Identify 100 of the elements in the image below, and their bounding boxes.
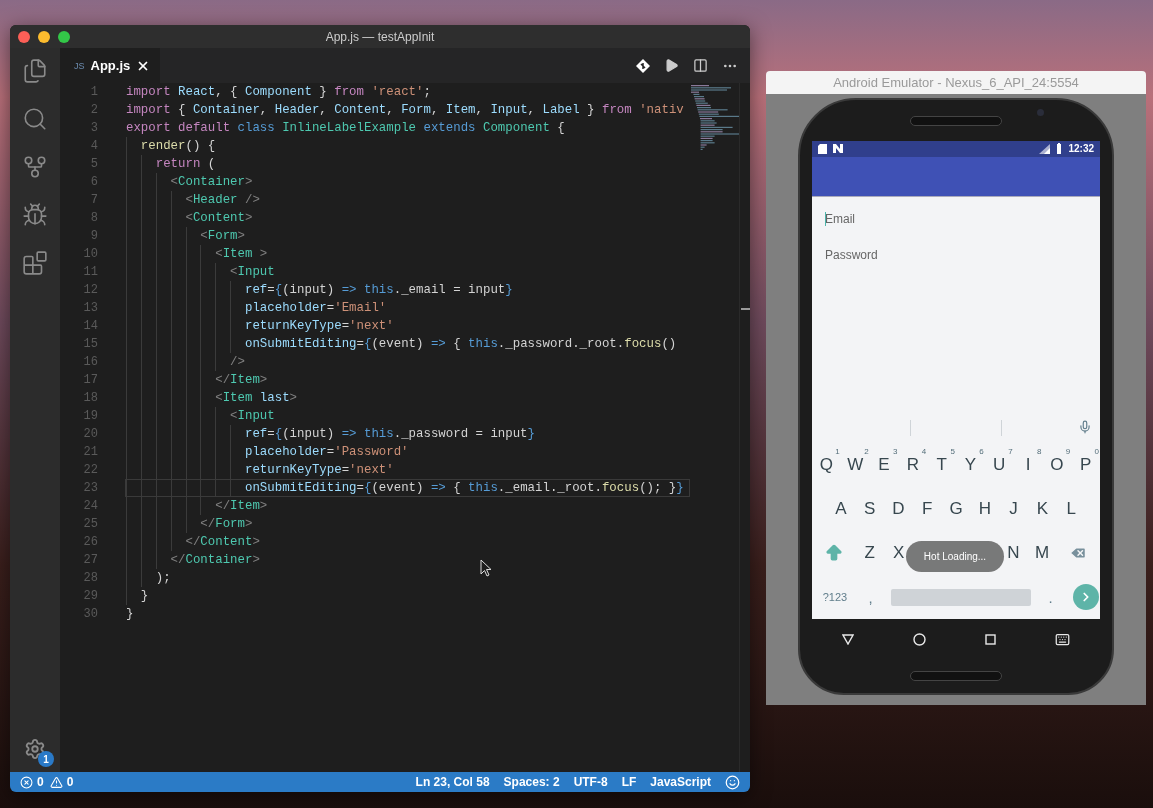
- line-number: 4: [90, 138, 98, 155]
- keyboard-key[interactable]: G: [941, 489, 971, 530]
- recents-icon[interactable]: [985, 633, 997, 645]
- ruler-mark: [741, 308, 750, 310]
- files-icon[interactable]: [22, 58, 48, 84]
- code-line: import { Container, Header, Content, Form, Item, Input, Label } from 'nativ: [126, 102, 685, 118]
- keyboard-key[interactable]: T 5: [927, 445, 956, 486]
- status-item[interactable]: Spaces: 2: [503, 775, 560, 789]
- editor-tab[interactable]: JS App.js: [60, 48, 160, 83]
- code-line: export default class InlineLabelExample extends Component {: [126, 120, 566, 136]
- clock-time: 12:32: [1068, 143, 1094, 155]
- key-hint: 7: [1008, 447, 1013, 457]
- text-input-field[interactable]: Password: [812, 236, 1100, 273]
- key-hint: 8: [1036, 447, 1042, 457]
- notification-badge: 1: [38, 751, 54, 767]
- error-icon: [20, 775, 33, 789]
- code-line: returnKeyType='next': [126, 318, 689, 334]
- code-line: <Content>: [126, 210, 689, 226]
- code-line: return (: [126, 156, 689, 172]
- status-item[interactable]: LF: [621, 775, 637, 789]
- extensions-icon[interactable]: [22, 250, 48, 276]
- battery-icon: [1056, 143, 1063, 155]
- line-number: 6: [90, 174, 98, 191]
- keyboard-key[interactable]: I 8: [1013, 445, 1043, 486]
- keyboard-key[interactable]: F: [912, 489, 942, 530]
- keyboard-key[interactable]: A: [826, 489, 856, 530]
- window-title: App.js — testAppInit: [325, 29, 435, 44]
- warning-count: 0: [66, 775, 74, 789]
- warning-icon: [49, 775, 63, 789]
- line-number: 26: [83, 534, 98, 551]
- minimize-window-button[interactable]: [38, 31, 50, 43]
- line-number: 15: [83, 336, 98, 353]
- line-number: 9: [90, 228, 98, 245]
- diamond-icon[interactable]: [636, 58, 650, 73]
- error-count: 0: [37, 775, 44, 789]
- code-line: <Item last>: [126, 390, 689, 406]
- line-number: 17: [83, 372, 98, 389]
- smiley-icon[interactable]: [725, 774, 740, 790]
- keyboard-key[interactable]: Y 6: [956, 445, 985, 486]
- line-number: 28: [83, 570, 98, 587]
- signal-icon: [1039, 144, 1051, 154]
- mouse-pointer-icon: [480, 559, 492, 577]
- keyboard-key[interactable]: Z: [855, 533, 885, 574]
- line-number: 24: [83, 498, 98, 515]
- run-icon[interactable]: [664, 58, 679, 73]
- code-line: returnKeyType='next': [126, 462, 689, 478]
- line-number: 10: [83, 246, 98, 263]
- key-hint: 2: [864, 447, 869, 457]
- search-icon[interactable]: [22, 106, 48, 132]
- key-hint: 5: [950, 447, 955, 457]
- line-number: 5: [90, 156, 98, 173]
- keyboard-key[interactable]: E 3: [869, 445, 899, 486]
- home-icon[interactable]: [912, 632, 926, 646]
- period-key[interactable]: .: [1036, 588, 1065, 606]
- line-number: 22: [83, 462, 98, 479]
- line-number: 14: [83, 318, 98, 335]
- keyboard-key[interactable]: M: [1027, 533, 1057, 574]
- keyboard-key[interactable]: D: [884, 489, 913, 530]
- code-line: );: [126, 570, 689, 586]
- line-number: 13: [83, 300, 98, 317]
- status-item[interactable]: UTF-8: [573, 775, 608, 789]
- code-line: import React, { Component } from 'react';: [126, 84, 432, 100]
- line-number: 27: [83, 552, 98, 569]
- line-number: 16: [83, 354, 98, 371]
- keyboard-key[interactable]: S: [855, 489, 884, 530]
- branch-icon[interactable]: [22, 154, 48, 180]
- comma-key[interactable]: ,: [856, 588, 885, 606]
- status-item[interactable]: JavaScript: [650, 775, 711, 789]
- keyboard-key[interactable]: U 7: [984, 445, 1014, 486]
- zoom-window-button[interactable]: [58, 31, 70, 43]
- status-item[interactable]: Ln 23, Col 58: [415, 775, 490, 789]
- keyboard-key[interactable]: K: [1028, 489, 1057, 530]
- keyboard-key[interactable]: H: [970, 489, 1000, 530]
- keyboard-key[interactable]: L: [1056, 489, 1086, 530]
- symbols-key[interactable]: ?123: [813, 591, 857, 604]
- keyboard-key[interactable]: W 2: [840, 445, 870, 486]
- close-window-button[interactable]: [18, 31, 30, 43]
- keyboard-key[interactable]: O 9: [1042, 445, 1072, 486]
- code-line: </Item>: [126, 372, 689, 388]
- bug-icon[interactable]: [22, 202, 48, 228]
- keyboard-key[interactable]: J: [999, 489, 1028, 530]
- split-editor-icon[interactable]: [693, 58, 708, 73]
- key-hint: 9: [1065, 447, 1071, 457]
- code-line: }: [126, 588, 689, 604]
- code-line: </Content>: [126, 534, 689, 550]
- microphone-icon[interactable]: [1078, 420, 1092, 435]
- text-input-field[interactable]: Email: [812, 200, 1100, 237]
- notification-icon: [833, 144, 843, 154]
- back-icon[interactable]: [841, 633, 854, 645]
- code-line: render() {: [126, 138, 689, 154]
- keyboard-key[interactable]: Q 1: [812, 445, 841, 486]
- code-line: onSubmitEditing={(event) => { this._email._root.focus(); }}: [126, 480, 689, 496]
- keyboard-icon[interactable]: [1055, 631, 1071, 647]
- code-line: placeholder='Email': [126, 300, 689, 316]
- line-number: 18: [83, 390, 98, 407]
- keyboard-key[interactable]: P 0: [1071, 445, 1100, 486]
- keyboard-key[interactable]: R 4: [898, 445, 928, 486]
- settings-icon[interactable]: [24, 738, 46, 760]
- line-number: 23: [83, 480, 98, 497]
- code-line: placeholder='Password': [126, 444, 689, 460]
